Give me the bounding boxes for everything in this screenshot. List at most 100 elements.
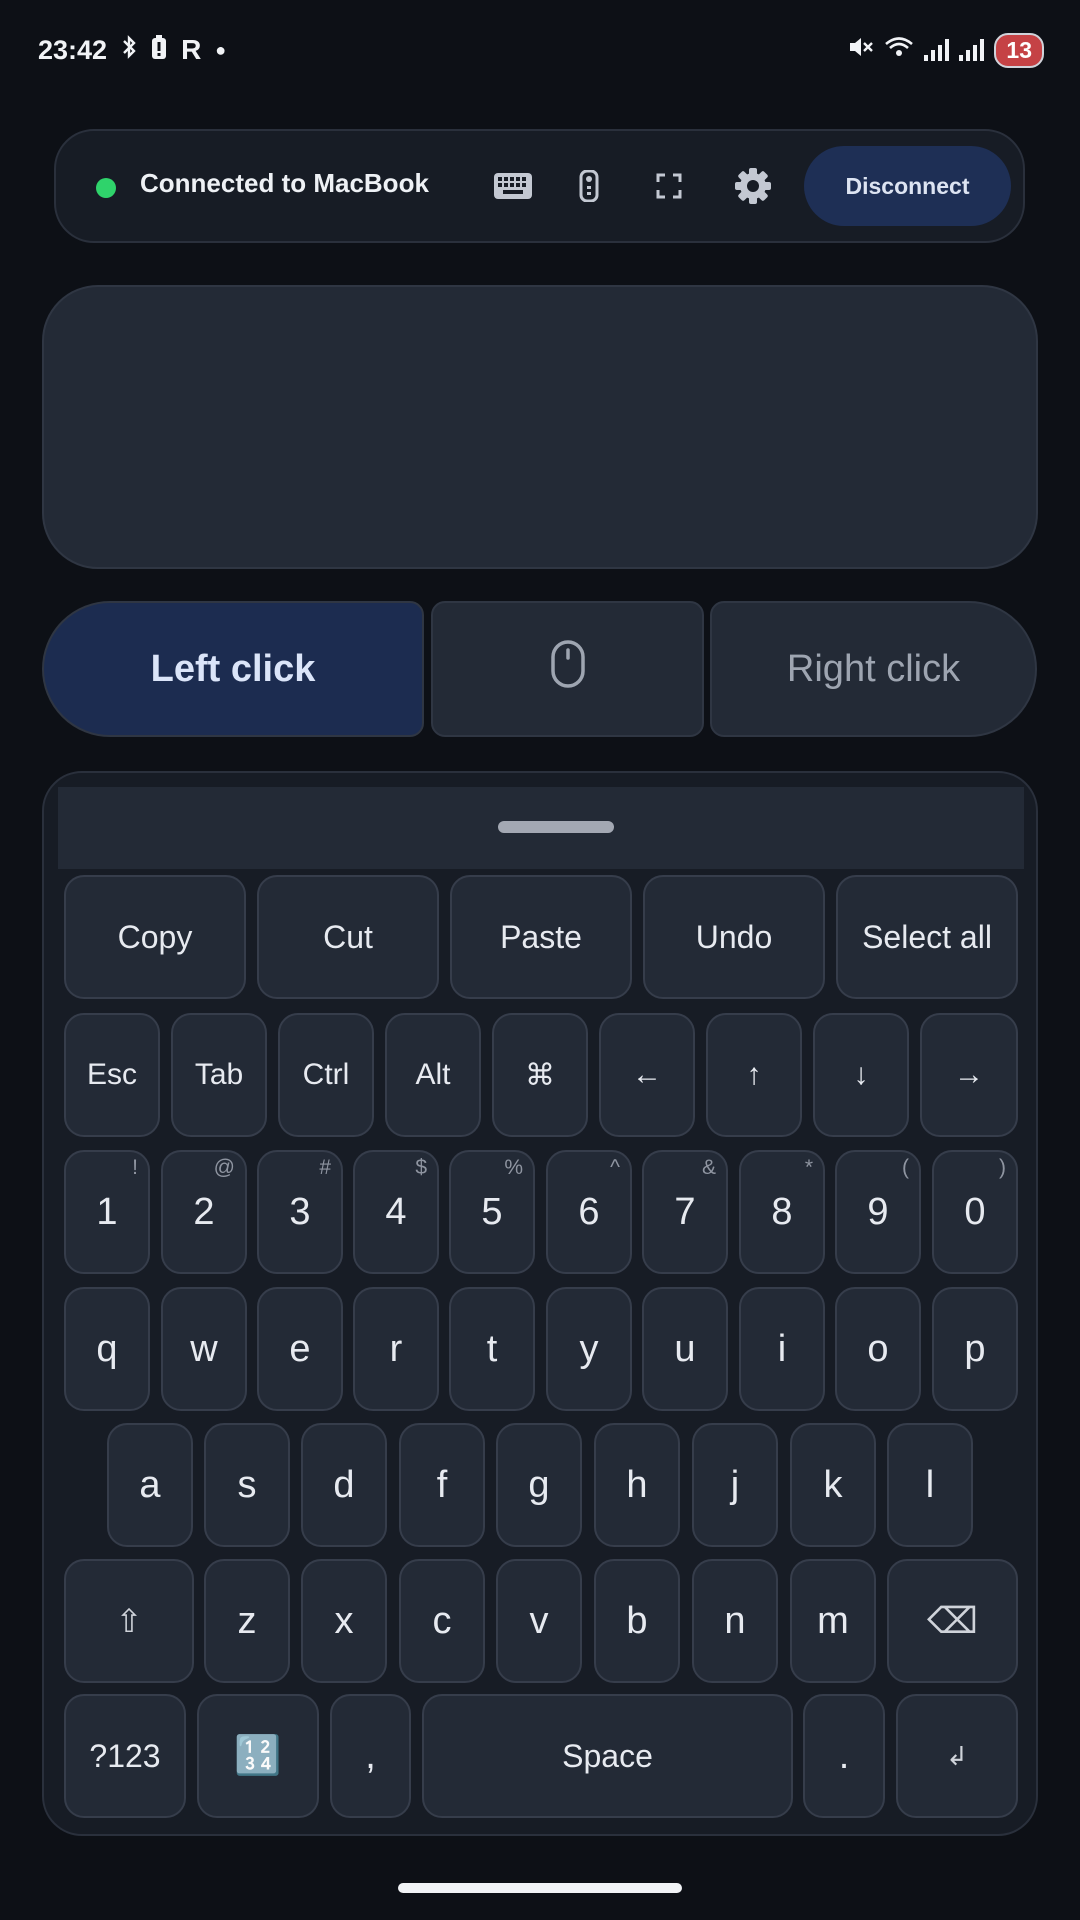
key-label: 8: [771, 1190, 793, 1233]
space-key[interactable]: Space: [422, 1694, 793, 1818]
arrow-up-key[interactable]: ↑: [706, 1013, 802, 1137]
key-x[interactable]: x: [301, 1559, 387, 1683]
key-4[interactable]: 4 $: [353, 1150, 439, 1274]
key-alt-label: #: [319, 1156, 331, 1179]
key-label: 0: [964, 1190, 986, 1233]
key-z[interactable]: z: [204, 1559, 290, 1683]
key-j[interactable]: j: [692, 1423, 778, 1547]
key-s[interactable]: s: [204, 1423, 290, 1547]
key-v[interactable]: v: [496, 1559, 582, 1683]
key-f[interactable]: f: [399, 1423, 485, 1547]
key-alt-label: $: [415, 1156, 427, 1179]
key-u[interactable]: u: [642, 1287, 728, 1411]
key-alt-label: %: [504, 1156, 523, 1179]
dot-icon: ●: [215, 39, 227, 60]
key-label: 9: [867, 1190, 889, 1233]
key-label: 1: [96, 1190, 118, 1233]
key-n[interactable]: n: [692, 1559, 778, 1683]
key-q[interactable]: q: [64, 1287, 150, 1411]
wifi-icon: [884, 35, 914, 66]
shift-key[interactable]: ⇧: [64, 1559, 194, 1683]
key-alt-label: @: [213, 1156, 235, 1179]
key-8[interactable]: 8 *: [739, 1150, 825, 1274]
key-label: 7: [674, 1190, 696, 1233]
backspace-key[interactable]: ⌫: [887, 1559, 1018, 1683]
key-label: 6: [578, 1190, 600, 1233]
ctrl-key[interactable]: Ctrl: [278, 1013, 374, 1137]
status-bar-right: 13: [848, 32, 1044, 68]
key-m[interactable]: m: [790, 1559, 876, 1683]
connection-bar: Connected to MacBook Disconnect: [54, 129, 1025, 243]
tab-key[interactable]: Tab: [171, 1013, 267, 1137]
key-t[interactable]: t: [449, 1287, 535, 1411]
key-i[interactable]: i: [739, 1287, 825, 1411]
command-key[interactable]: ⌘: [492, 1013, 588, 1137]
key-b[interactable]: b: [594, 1559, 680, 1683]
key-6[interactable]: 6 ^: [546, 1150, 632, 1274]
alt-key[interactable]: Alt: [385, 1013, 481, 1137]
mouse-icon: [550, 639, 586, 699]
disconnect-button[interactable]: Disconnect: [804, 146, 1011, 226]
select-all-key[interactable]: Select all: [836, 875, 1018, 999]
arrow-down-key[interactable]: ↓: [813, 1013, 909, 1137]
key-h[interactable]: h: [594, 1423, 680, 1547]
connection-status-dot: [96, 178, 116, 198]
keyboard-panel: Copy Cut Paste Undo Select all Esc Tab C…: [42, 771, 1038, 1836]
shift-icon: ⇧: [115, 1603, 143, 1639]
key-alt-label: ): [999, 1156, 1006, 1179]
copy-key[interactable]: Copy: [64, 875, 246, 999]
key-alt-label: *: [804, 1156, 813, 1179]
home-gesture-bar[interactable]: [398, 1883, 682, 1893]
key-alt-label: &: [701, 1156, 716, 1179]
status-bar-left: 23:42 R ●: [38, 34, 226, 67]
numpad-key[interactable]: 🔢: [197, 1694, 319, 1818]
key-label: 2: [193, 1190, 215, 1233]
arrow-left-key[interactable]: ←: [599, 1013, 695, 1137]
key-1[interactable]: 1!: [64, 1150, 150, 1274]
key-k[interactable]: k: [790, 1423, 876, 1547]
undo-key[interactable]: Undo: [643, 875, 825, 999]
backspace-icon: ⌫: [927, 1600, 978, 1641]
key-e[interactable]: e: [257, 1287, 343, 1411]
arrow-right-key[interactable]: →: [920, 1013, 1018, 1137]
key-7[interactable]: 7 &: [642, 1150, 728, 1274]
keyboard-drag-area[interactable]: [58, 787, 1024, 869]
cut-key[interactable]: Cut: [257, 875, 439, 999]
key-r[interactable]: r: [353, 1287, 439, 1411]
key-d[interactable]: d: [301, 1423, 387, 1547]
key-5[interactable]: 5%: [449, 1150, 535, 1274]
key-a[interactable]: a: [107, 1423, 193, 1547]
period-key[interactable]: .: [803, 1694, 885, 1818]
clock: 23:42: [38, 34, 108, 65]
enter-key[interactable]: ↲: [896, 1694, 1018, 1818]
keyboard-icon[interactable]: [488, 161, 538, 211]
key-label: 3: [289, 1190, 311, 1233]
mouse-mode-button[interactable]: [431, 601, 704, 737]
esc-key[interactable]: Esc: [64, 1013, 160, 1137]
touchpad-area[interactable]: [42, 285, 1038, 569]
settings-icon[interactable]: [728, 161, 778, 211]
remote-icon[interactable]: [564, 161, 614, 211]
symbols-key[interactable]: ?123: [64, 1694, 186, 1818]
key-0[interactable]: 0): [932, 1150, 1018, 1274]
paste-key[interactable]: Paste: [450, 875, 632, 999]
key-alt-label: (: [902, 1156, 909, 1179]
key-3[interactable]: 3 #: [257, 1150, 343, 1274]
signal-icon: [959, 39, 985, 61]
key-l[interactable]: l: [887, 1423, 973, 1547]
key-9[interactable]: 9(: [835, 1150, 921, 1274]
comma-key[interactable]: ,: [330, 1694, 411, 1818]
key-y[interactable]: y: [546, 1287, 632, 1411]
key-p[interactable]: p: [932, 1287, 1018, 1411]
key-w[interactable]: w: [161, 1287, 247, 1411]
key-2[interactable]: 2 @: [161, 1150, 247, 1274]
drag-handle[interactable]: [498, 821, 614, 833]
right-click-button[interactable]: Right click: [710, 601, 1037, 737]
key-label: 5: [481, 1190, 503, 1233]
key-c[interactable]: c: [399, 1559, 485, 1683]
key-o[interactable]: o: [835, 1287, 921, 1411]
r-app-icon: R: [181, 34, 202, 65]
left-click-button[interactable]: Left click: [42, 601, 424, 737]
key-g[interactable]: g: [496, 1423, 582, 1547]
fullscreen-icon[interactable]: [644, 161, 694, 211]
